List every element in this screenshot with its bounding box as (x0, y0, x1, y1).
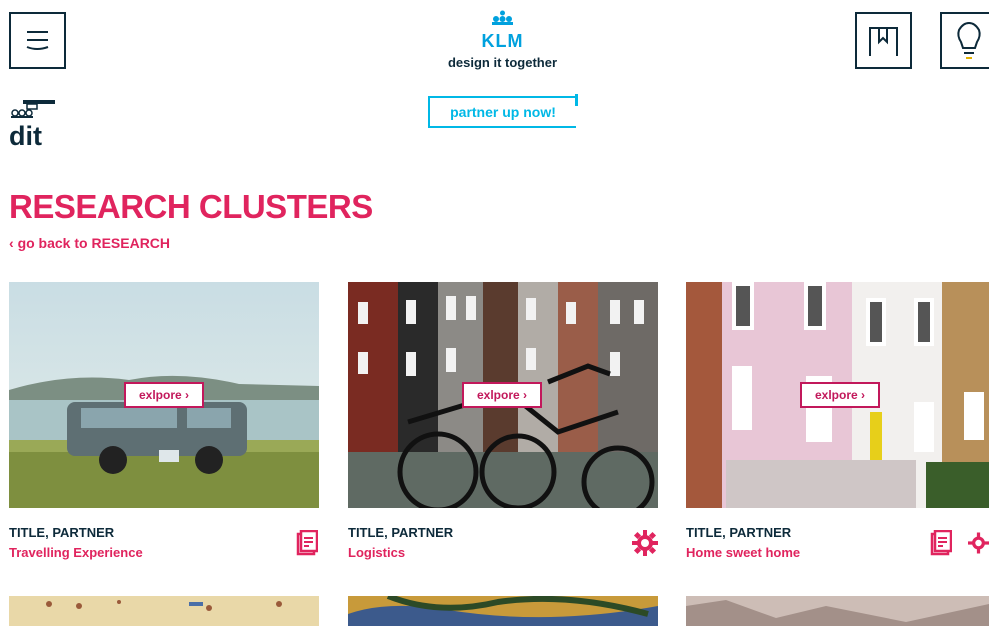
crown-desk-icon (11, 100, 55, 118)
document-icon[interactable] (930, 530, 952, 556)
partner-up-button[interactable]: partner up now! (428, 96, 576, 128)
klm-logo[interactable]: KLM (455, 10, 550, 52)
page-title: RESEARCH CLUSTERS (9, 188, 373, 225)
card-image-painting[interactable] (348, 596, 658, 626)
beach-photo (46, 600, 282, 611)
card-title: TITLE, PARTNER (9, 525, 115, 540)
document-icon[interactable] (296, 530, 318, 556)
mountains-photo (686, 600, 989, 626)
card-image-beach[interactable] (9, 596, 319, 626)
explore-label: exlpore (814, 388, 858, 402)
card-subtitle[interactable]: Logistics (348, 545, 405, 560)
gear-icon[interactable] (632, 530, 658, 556)
chevron-left-icon: ‹ (9, 235, 18, 251)
explore-button-home[interactable]: exlpore › (800, 382, 880, 408)
card-title: TITLE, PARTNER (686, 525, 792, 540)
bookmark-icon (869, 27, 898, 56)
painting-photo (348, 596, 658, 618)
explore-button-logistics[interactable]: exlpore › (462, 382, 542, 408)
side-logo-text: dit (9, 121, 42, 151)
brand-name: KLM (481, 31, 524, 51)
chevron-right-icon: › (519, 388, 528, 402)
lightbulb-icon (957, 21, 981, 59)
back-link-label: go back to RESEARCH (17, 235, 171, 251)
dit-logo[interactable]: dit (9, 97, 69, 157)
explore-button-travelling[interactable]: exlpore › (124, 382, 204, 408)
explore-label: exlpore (476, 388, 520, 402)
card-subtitle[interactable]: Home sweet home (686, 545, 800, 560)
bookmark-button[interactable] (855, 12, 912, 69)
partner-frame-tick (575, 94, 578, 106)
card-subtitle[interactable]: Travelling Experience (9, 545, 143, 560)
menu-icon (26, 31, 49, 50)
chevron-right-icon: › (857, 388, 866, 402)
back-link[interactable]: ‹ go back to RESEARCH (9, 235, 170, 251)
explore-label: exlpore (138, 388, 182, 402)
menu-button[interactable] (9, 12, 66, 69)
tagline: design it together (447, 55, 558, 70)
card-title: TITLE, PARTNER (348, 525, 454, 540)
gear-icon[interactable] (968, 530, 989, 556)
card-image-mountains[interactable] (686, 596, 989, 626)
crown-icon (492, 10, 513, 25)
ideas-button[interactable] (940, 12, 989, 69)
chevron-right-icon: › (181, 388, 190, 402)
